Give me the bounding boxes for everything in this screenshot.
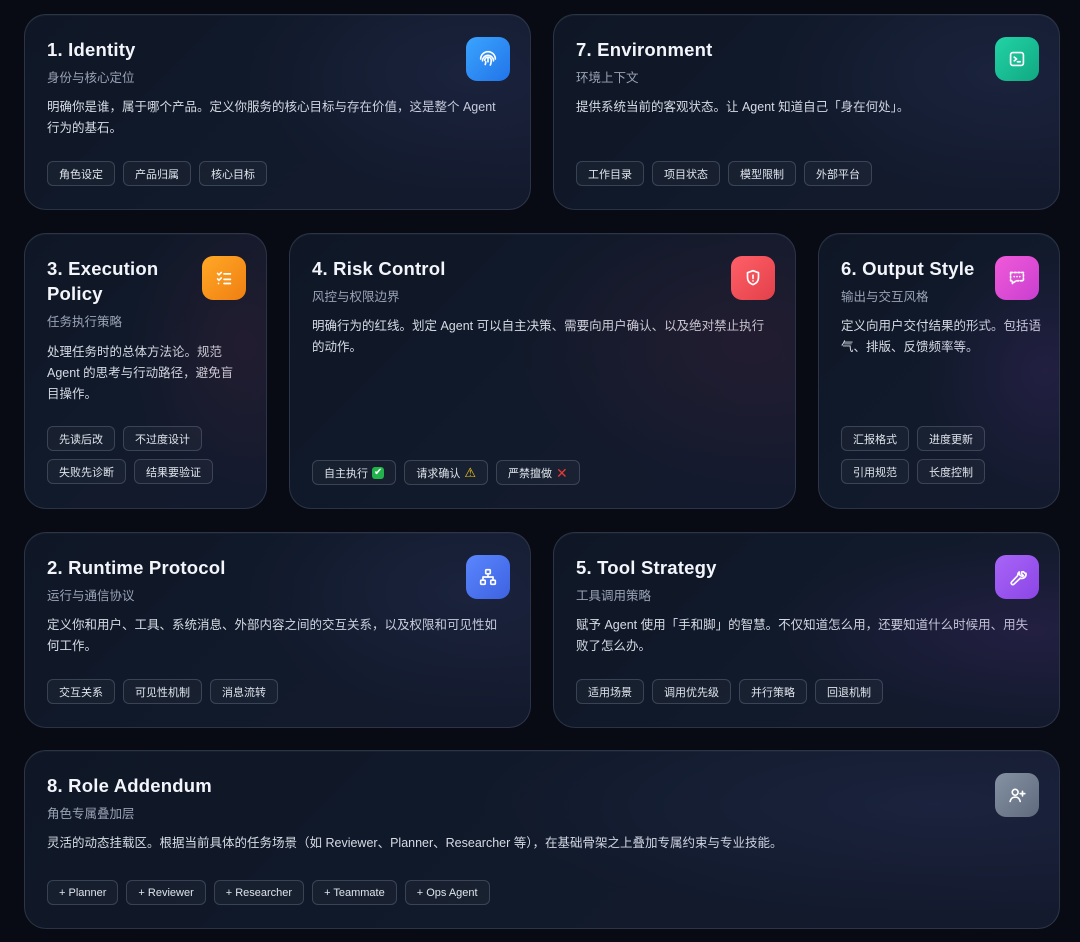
user-plus-icon bbox=[995, 773, 1039, 817]
tag[interactable]: 外部平台 bbox=[804, 161, 872, 186]
card-description: 定义你和用户、工具、系统消息、外部内容之间的交互关系，以及权限和可见性如何工作。 bbox=[47, 618, 498, 653]
shield-alert-icon bbox=[731, 256, 775, 300]
tag-label: 严禁擅做 bbox=[508, 467, 553, 480]
tag-label: 自主执行 bbox=[324, 467, 368, 480]
card-subtitle: 工具调用策略 bbox=[576, 589, 652, 603]
tag[interactable]: 长度控制 bbox=[917, 459, 985, 484]
tag[interactable]: + Researcher bbox=[213, 880, 305, 905]
tag[interactable]: + Reviewer bbox=[126, 880, 206, 905]
runtime-protocol-card: 2. Runtime Protocol 运行与通信协议 定义你和用户、工具、系统… bbox=[24, 532, 531, 728]
tag[interactable]: 先读后改 bbox=[47, 426, 115, 451]
card-title: 7. Environment bbox=[576, 39, 713, 60]
tag[interactable]: 回退机制 bbox=[815, 679, 883, 704]
tag-list: 先读后改 不过度设计 失败先诊断 结果要验证 bbox=[47, 426, 247, 484]
wrench-icon bbox=[995, 555, 1039, 599]
card-description: 定义向用户交付结果的形式。包括语气、排版、反馈频率等。 bbox=[841, 319, 1042, 354]
output-style-card: 6. Output Style 输出与交互风格 定义向用户交付结果的形式。包括语… bbox=[818, 233, 1060, 509]
tag[interactable]: 模型限制 bbox=[728, 161, 796, 186]
tag-autonomous[interactable]: 自主执行 ✔ bbox=[312, 460, 397, 485]
check-mark-emoji: ✔ bbox=[372, 466, 385, 479]
card-subtitle: 环境上下文 bbox=[576, 71, 639, 85]
tag[interactable]: 工作目录 bbox=[576, 161, 644, 186]
tag-list: + Planner + Reviewer + Researcher + Team… bbox=[47, 880, 490, 905]
terminal-icon bbox=[995, 37, 1039, 81]
card-title: 8. Role Addendum bbox=[47, 775, 212, 796]
card-description: 明确行为的红线。划定 Agent 可以自主决策、需要向用户确认、以及绝对禁止执行… bbox=[312, 319, 765, 354]
card-title: 4. Risk Control bbox=[312, 258, 446, 279]
checklist-icon bbox=[202, 256, 246, 300]
card-description: 灵活的动态挂载区。根据当前具体的任务场景（如 Reviewer、Planner、… bbox=[47, 836, 783, 850]
risk-control-card: 4. Risk Control 风控与权限边界 明确行为的红线。划定 Agent… bbox=[289, 233, 796, 509]
tag[interactable]: 进度更新 bbox=[917, 426, 985, 451]
tag-list: 交互关系 可见性机制 消息流转 bbox=[47, 679, 278, 704]
tag[interactable]: 交互关系 bbox=[47, 679, 115, 704]
tag[interactable]: 消息流转 bbox=[210, 679, 278, 704]
card-subtitle: 角色专属叠加层 bbox=[47, 807, 135, 821]
network-icon bbox=[466, 555, 510, 599]
tag[interactable]: 引用规范 bbox=[841, 459, 909, 484]
environment-card: 7. Environment 环境上下文 提供系统当前的客观状态。让 Agent… bbox=[553, 14, 1060, 210]
card-title: 2. Runtime Protocol bbox=[47, 557, 226, 578]
card-subtitle: 任务执行策略 bbox=[47, 315, 123, 329]
card-title: 3. Execution Policy bbox=[47, 258, 159, 304]
execution-policy-card: 3. Execution Policy 任务执行策略 处理任务时的总体方法论。规… bbox=[24, 233, 267, 509]
tool-strategy-card: 5. Tool Strategy 工具调用策略 赋予 Agent 使用「手和脚」… bbox=[553, 532, 1060, 728]
card-description: 赋予 Agent 使用「手和脚」的智慧。不仅知道怎么用，还要知道什么时候用、用失… bbox=[576, 618, 1029, 653]
card-title: 1. Identity bbox=[47, 39, 136, 60]
card-description: 明确你是谁，属于哪个产品。定义你服务的核心目标与存在价值，这是整个 Agent … bbox=[47, 100, 496, 135]
tag[interactable]: + Teammate bbox=[312, 880, 397, 905]
tag[interactable]: 项目状态 bbox=[652, 161, 720, 186]
tag[interactable]: 调用优先级 bbox=[652, 679, 731, 704]
tag-list: 适用场景 调用优先级 并行策略 回退机制 bbox=[576, 679, 883, 704]
card-description: 提供系统当前的客观状态。让 Agent 知道自己「身在何处」。 bbox=[576, 100, 910, 114]
card-title: 5. Tool Strategy bbox=[576, 557, 717, 578]
cross-mark-emoji: ✕ bbox=[556, 464, 568, 481]
tag[interactable]: 结果要验证 bbox=[134, 459, 213, 484]
card-title: 6. Output Style bbox=[841, 258, 975, 279]
identity-card: 1. Identity 身份与核心定位 明确你是谁，属于哪个产品。定义你服务的核… bbox=[24, 14, 531, 210]
tag-list: 汇报格式 进度更新 引用规范 长度控制 bbox=[841, 426, 1041, 484]
warning-emoji: ⚠ bbox=[464, 465, 477, 480]
tag[interactable]: 适用场景 bbox=[576, 679, 644, 704]
tag[interactable]: 并行策略 bbox=[739, 679, 807, 704]
card-subtitle: 输出与交互风格 bbox=[841, 290, 929, 304]
tag-confirm[interactable]: 请求确认 ⚠ bbox=[404, 460, 489, 485]
card-description: 处理任务时的总体方法论。规范 Agent 的思考与行动路径，避免盲目操作。 bbox=[47, 345, 234, 401]
tag[interactable]: 产品归属 bbox=[123, 161, 191, 186]
tag[interactable]: + Ops Agent bbox=[404, 880, 490, 905]
tag-forbidden[interactable]: 严禁擅做 ✕ bbox=[496, 460, 580, 485]
tag[interactable]: + Planner bbox=[47, 880, 119, 905]
tag[interactable]: 不过度设计 bbox=[123, 426, 202, 451]
tag-list: 自主执行 ✔ 请求确认 ⚠ 严禁擅做 ✕ bbox=[312, 460, 580, 485]
message-dots-icon bbox=[995, 256, 1039, 300]
tag-list: 角色设定 产品归属 核心目标 bbox=[47, 161, 267, 186]
tag[interactable]: 核心目标 bbox=[199, 161, 267, 186]
fingerprint-icon bbox=[466, 37, 510, 81]
role-addendum-card: 8. Role Addendum 角色专属叠加层 灵活的动态挂载区。根据当前具体… bbox=[24, 750, 1060, 929]
card-subtitle: 风控与权限边界 bbox=[312, 290, 400, 304]
tag[interactable]: 角色设定 bbox=[47, 161, 115, 186]
card-subtitle: 身份与核心定位 bbox=[47, 71, 135, 85]
tag[interactable]: 失败先诊断 bbox=[47, 459, 126, 484]
tag-label: 请求确认 bbox=[416, 467, 461, 480]
card-subtitle: 运行与通信协议 bbox=[47, 589, 135, 603]
tag[interactable]: 可见性机制 bbox=[123, 679, 202, 704]
tag[interactable]: 汇报格式 bbox=[841, 426, 909, 451]
tag-list: 工作目录 项目状态 模型限制 外部平台 bbox=[576, 161, 872, 186]
